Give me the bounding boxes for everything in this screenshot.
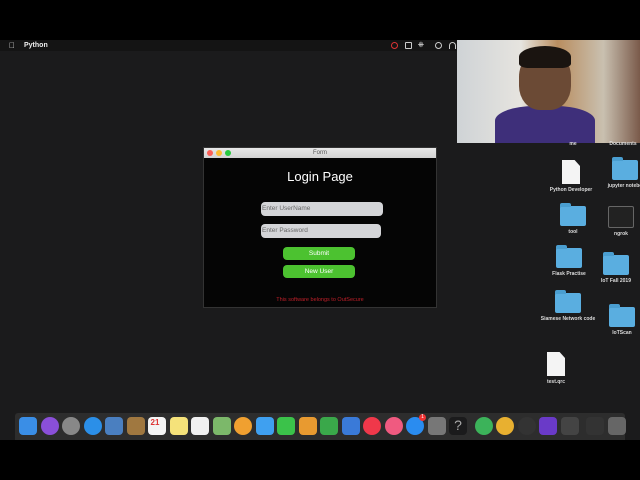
notification-badge: 1 [419, 414, 426, 421]
system-preferences-icon[interactable] [427, 417, 446, 435]
desktop-item-label: Documents [609, 141, 637, 147]
siri-icon[interactable] [40, 417, 59, 435]
minimized-window-icon[interactable] [586, 417, 604, 435]
document-icon [562, 160, 580, 184]
desktop-item-label: IoT Fall 2019 [600, 278, 631, 284]
photos-icon[interactable] [234, 417, 252, 435]
bluetooth-icon[interactable]: ⁜ [418, 41, 425, 49]
time-machine-icon[interactable] [435, 42, 442, 49]
desktop-item[interactable]: Siamese Network code [538, 290, 598, 322]
minimize-button[interactable] [216, 150, 222, 156]
folder-icon [612, 157, 638, 180]
help-icon[interactable]: ? [449, 417, 467, 435]
folder-icon [556, 245, 582, 268]
trash-icon[interactable] [607, 417, 626, 435]
close-button[interactable] [207, 150, 213, 156]
username-input[interactable]: Enter UserName [261, 202, 383, 216]
screen-record-icon[interactable] [391, 42, 398, 49]
facetime-icon[interactable] [277, 417, 295, 435]
news-icon[interactable] [363, 417, 381, 435]
messages-icon[interactable] [255, 417, 274, 435]
folder-icon [609, 304, 635, 327]
webcam-person-shirt [495, 106, 595, 143]
python-launcher-icon[interactable] [560, 417, 579, 435]
airplay-icon[interactable] [405, 42, 412, 49]
window-titlebar[interactable]: Form [204, 148, 436, 158]
desktop-item-label: test.qrc [546, 379, 566, 385]
desktop-item-label: ngrok [614, 231, 628, 237]
maps-icon[interactable] [212, 417, 231, 435]
desktop-item-label: IoTScan [612, 330, 632, 336]
document-icon [547, 352, 565, 376]
desktop-item[interactable]: ngrok [591, 206, 640, 237]
reminders-icon[interactable] [191, 417, 209, 435]
preview-icon[interactable] [105, 417, 123, 435]
obs-icon[interactable] [517, 417, 536, 435]
submit-button[interactable]: Submit [283, 247, 355, 260]
desktop-item[interactable]: test.qrc [526, 352, 586, 385]
page-title: Login Page [287, 169, 353, 184]
folder-icon [603, 252, 629, 275]
launchpad-icon[interactable] [62, 417, 80, 435]
zoom-button[interactable] [225, 150, 231, 156]
window-title: Form [313, 150, 327, 156]
terminal-icon [608, 206, 634, 228]
desktop-item-label: jupyter notebo [607, 183, 640, 189]
desktop-item[interactable]: IoTScan [592, 304, 640, 336]
keynote-icon[interactable] [341, 417, 360, 435]
menu-app-name[interactable]: Python [24, 42, 48, 49]
contacts-icon[interactable] [126, 417, 145, 435]
wifi-icon[interactable] [449, 42, 456, 49]
desktop-item-label: Python Developer [549, 187, 593, 193]
desktop-item[interactable]: Python Developer [541, 160, 601, 193]
desktop-item-label: Siamese Network code [540, 316, 596, 322]
desktop-item[interactable]: IoT Fall 2019 [586, 252, 640, 284]
new-user-button[interactable]: New User [283, 265, 355, 278]
webcam-person-hair [519, 46, 571, 68]
app-store-icon[interactable]: 1 [406, 414, 426, 435]
notes-icon[interactable] [169, 417, 188, 435]
desktop-item[interactable]: Documents [593, 141, 640, 147]
pycharm-icon[interactable] [474, 417, 493, 435]
dock: 1? [15, 413, 626, 440]
calendar-day: 21 [150, 418, 160, 427]
music-icon[interactable] [384, 417, 403, 435]
finder-icon[interactable] [19, 417, 37, 435]
login-window: Form Login Page Enter UserName Enter Pas… [203, 147, 437, 308]
desktop-item[interactable]: jupyter notebo [595, 157, 640, 189]
intellij-icon[interactable] [539, 417, 557, 435]
password-input[interactable]: Enter Password [261, 224, 381, 238]
folder-icon [555, 290, 581, 313]
folder-icon [560, 203, 586, 226]
numbers-icon[interactable] [320, 417, 338, 435]
webcam-overlay [457, 40, 640, 143]
safari-icon[interactable] [83, 417, 102, 435]
ownership-notice: This software belongs to OutSecure [276, 297, 364, 303]
pages-icon[interactable] [298, 417, 317, 435]
apple-icon[interactable]:  [9, 41, 15, 50]
chrome-icon[interactable] [496, 417, 514, 435]
